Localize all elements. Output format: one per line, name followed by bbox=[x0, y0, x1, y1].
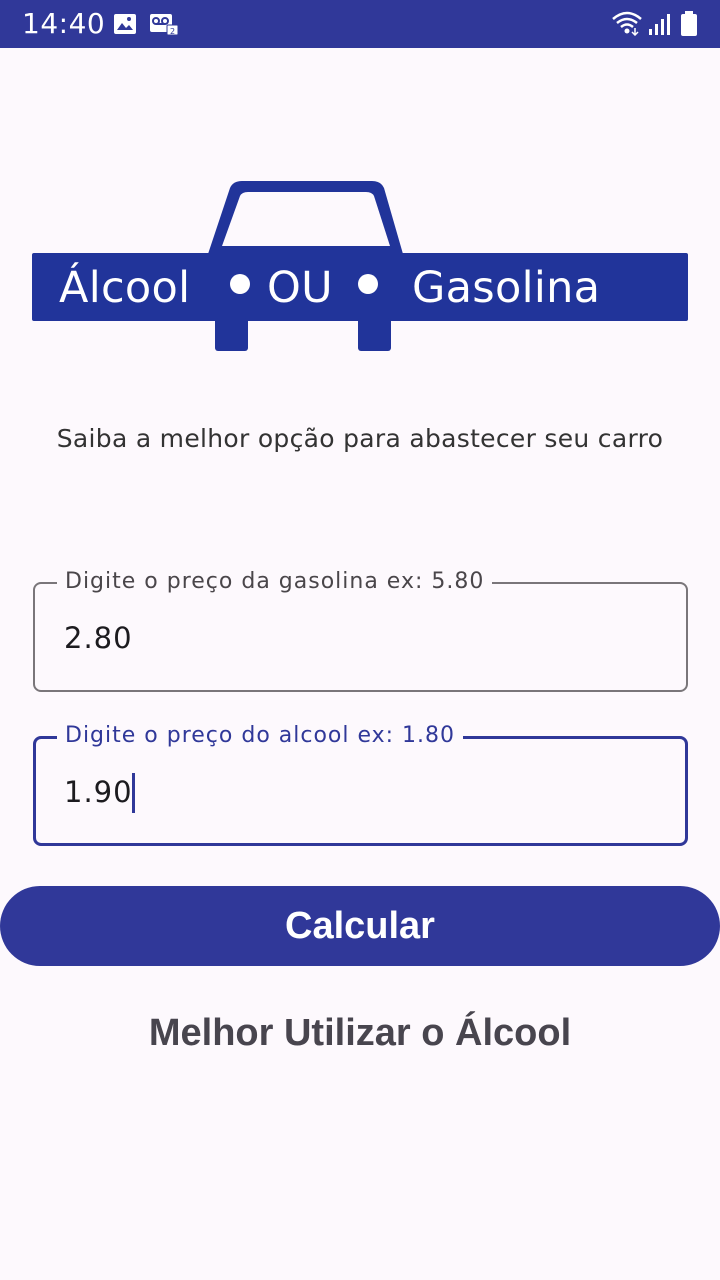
result-text: Melhor Utilizar o Álcool bbox=[148, 1012, 572, 1054]
app-logo: Álcool OU Gasolina bbox=[32, 180, 688, 352]
logo-word-gasolina: Gasolina bbox=[412, 263, 601, 313]
wifi-icon bbox=[612, 11, 642, 36]
voicemail-icon: 2 bbox=[150, 14, 179, 35]
image-icon bbox=[114, 14, 136, 34]
alcohol-price-label: Digite o preço do alcool ex: 1.80 bbox=[57, 722, 464, 750]
alcohol-price-field[interactable]: Digite o preço do alcool ex: 1.80 bbox=[33, 722, 688, 846]
alcohol-price-input[interactable] bbox=[64, 774, 624, 810]
gasoline-price-input[interactable] bbox=[64, 620, 624, 656]
battery-icon bbox=[681, 11, 697, 36]
svg-text:2: 2 bbox=[170, 27, 175, 35]
logo-word-ou: OU bbox=[267, 263, 333, 313]
logo-word-alcool: Álcool bbox=[59, 263, 191, 313]
text-cursor bbox=[132, 773, 135, 813]
gasoline-price-field[interactable]: Digite o preço da gasolina ex: 5.80 bbox=[33, 568, 688, 692]
status-time: 14:40 bbox=[22, 7, 106, 40]
subtitle: Saiba a melhor opção para abastecer seu … bbox=[56, 424, 664, 453]
gasoline-price-label: Digite o preço da gasolina ex: 5.80 bbox=[57, 568, 493, 596]
signal-icon bbox=[649, 14, 670, 35]
calculate-button[interactable]: Calcular bbox=[0, 886, 720, 966]
status-bar: 14:40 2 bbox=[0, 0, 720, 48]
